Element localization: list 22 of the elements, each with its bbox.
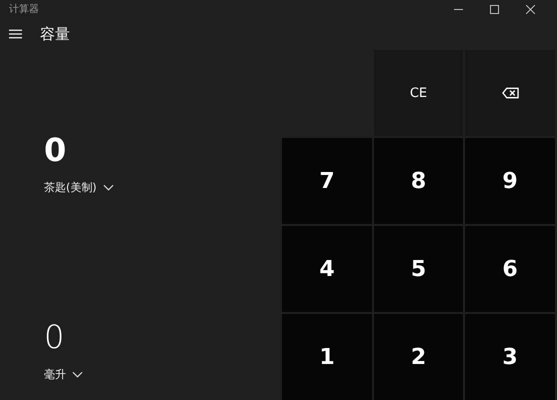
backspace-icon — [502, 87, 518, 99]
digit-key[interactable]: 7 — [282, 138, 372, 224]
menu-icon[interactable] — [9, 29, 22, 39]
digit-key[interactable]: 2 — [374, 314, 463, 400]
unit-value: 0 — [44, 317, 64, 357]
window-title: 计算器 — [9, 2, 39, 16]
chevron-icon — [72, 371, 83, 378]
digit-key[interactable]: 5 — [374, 226, 463, 312]
maximize-icon[interactable] — [490, 4, 499, 14]
clear-entry-key[interactable]: CE — [374, 50, 463, 136]
unit-value: 0 — [44, 130, 66, 170]
unit-dropdown[interactable]: 茶匙(美制) — [44, 180, 114, 195]
close-icon[interactable] — [526, 4, 535, 14]
digit-key[interactable]: 8 — [374, 138, 463, 224]
digit-key[interactable]: 6 — [465, 226, 555, 312]
unit-dropdown[interactable]: 毫升 — [44, 367, 83, 382]
digit-key[interactable]: 1 — [282, 314, 372, 400]
digit-key[interactable]: 4 — [282, 226, 372, 312]
digit-key[interactable]: 9 — [465, 138, 555, 224]
digit-key[interactable]: 3 — [465, 314, 555, 400]
chevron-icon — [102, 184, 114, 191]
mode-title: 容量 — [40, 24, 70, 44]
